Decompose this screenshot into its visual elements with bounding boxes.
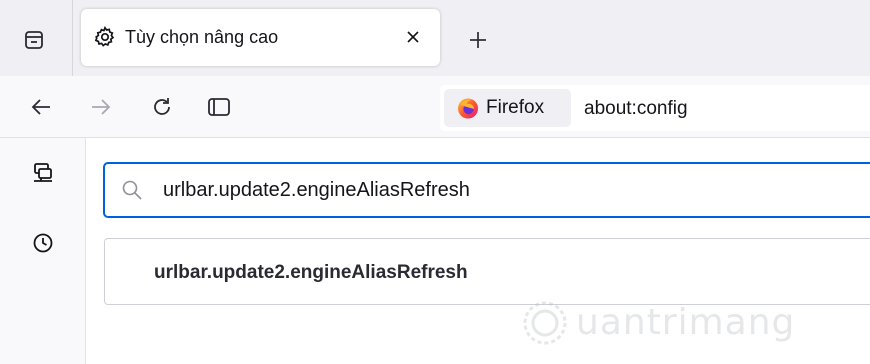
tab-strip: Tùy chọn nâng cao [0, 0, 870, 76]
search-input[interactable] [163, 176, 863, 204]
preference-search-box[interactable] [103, 162, 870, 218]
sidebar-toggle-icon[interactable] [14, 20, 54, 60]
watermark-badge-icon [523, 301, 567, 345]
identity-label: Firefox [486, 97, 545, 118]
history-clock-icon[interactable] [26, 226, 60, 260]
firefox-logo-icon [458, 98, 478, 119]
search-icon [121, 179, 143, 201]
reader-view-icon[interactable] [204, 92, 234, 122]
identity-box[interactable]: Firefox [444, 89, 571, 127]
tab-title: Tùy chọn nâng cao [125, 27, 279, 47]
url-text[interactable]: about:config [584, 98, 688, 120]
synced-tabs-icon[interactable] [26, 156, 60, 190]
back-arrow-icon[interactable] [26, 92, 56, 122]
url-bar[interactable]: Firefox about:config [440, 85, 870, 131]
preference-name: urlbar.update2.engineAliasRefresh [154, 262, 468, 283]
tab-strip-divider [72, 0, 73, 76]
gear-icon [93, 25, 117, 49]
navigation-toolbar: Firefox about:config [0, 76, 870, 138]
watermark-text: uantrimang [576, 302, 796, 343]
reload-icon[interactable] [147, 92, 177, 122]
tab-advanced-preferences[interactable]: Tùy chọn nâng cao [81, 9, 440, 66]
browser-window: Tùy chọn nâng cao Firefox about:config u… [0, 0, 870, 364]
new-tab-plus-icon[interactable] [462, 24, 494, 56]
watermark-logo: uantrimang [520, 292, 810, 352]
close-icon[interactable] [401, 25, 425, 49]
sidebar [0, 138, 86, 364]
forward-arrow-icon[interactable] [86, 92, 116, 122]
